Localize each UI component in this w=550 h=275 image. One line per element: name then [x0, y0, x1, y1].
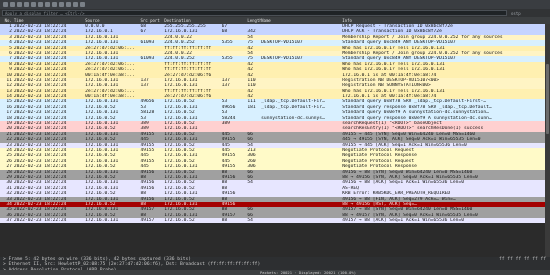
reload-icon[interactable]: [45, 2, 50, 7]
filter-extra-label[interactable]: ostp: [511, 11, 521, 16]
table-cell-src: 172.16.0.131: [85, 218, 119, 224]
hex-bytes: ff ff ff ff ff ff: [499, 257, 547, 262]
open-file-icon[interactable]: [24, 2, 29, 7]
find-icon[interactable]: [52, 2, 57, 7]
column-header[interactable]: Source: [85, 18, 140, 23]
main-toolbar: [0, 0, 550, 9]
table-cell-dst: 172.16.0.52: [164, 218, 195, 224]
table-cell-len: 54: [247, 218, 253, 224]
close-file-icon[interactable]: [38, 2, 43, 7]
stop-capture-icon[interactable]: [10, 2, 15, 7]
status-bar: Packets: 20021 · Displayed: 20021 (100.0…: [0, 270, 550, 275]
table-cell-sport: 49157: [140, 218, 155, 224]
start-capture-icon[interactable]: [3, 2, 8, 7]
column-header[interactable]: Length: [247, 18, 261, 23]
scrollbar-thumb[interactable]: [546, 64, 549, 134]
table-cell-dport: 88: [221, 218, 228, 224]
status-text: Packets: 20021 · Displayed: 20021 (100.0…: [260, 270, 357, 275]
column-header[interactable]: Info: [342, 18, 550, 23]
table-row[interactable]: 37 2022-02-23 18:22:24 172.16.0.131 49157 17…: [0, 218, 550, 224]
table-cell-info: 49157 → 88 [ACK] Seq=1 Ack=1 Win=65536 L…: [342, 218, 464, 224]
go-forward-icon[interactable]: [66, 2, 71, 7]
packet-list-header: No. Time Source Src port Destination Len…: [0, 17, 550, 24]
table-cell-no: 37: [6, 218, 12, 224]
packet-list-scrollbar[interactable]: [545, 24, 550, 257]
table-cell-time: 2022-02-23 18:22:24: [13, 218, 67, 224]
zoom-out-icon[interactable]: [80, 2, 85, 7]
packet-list[interactable]: 1 2022-02-23 18:22:24 0.0.0.0 68 255.255.255…: [0, 24, 550, 257]
wireshark-window: Apply a display filter … <Ctrl-/> ostp N…: [0, 0, 550, 275]
go-back-icon[interactable]: [59, 2, 64, 7]
column-header[interactable]: Time: [14, 18, 85, 23]
column-header[interactable]: No.: [0, 18, 14, 23]
table-cell-name: [261, 218, 342, 223]
save-file-icon[interactable]: [31, 2, 36, 7]
display-filter-input[interactable]: Apply a display filter … <Ctrl-/>: [2, 10, 507, 16]
display-filter-bar: Apply a display filter … <Ctrl-/> ostp: [0, 9, 550, 17]
column-header[interactable]: Destination: [164, 18, 221, 23]
column-header[interactable]: Src port: [140, 18, 164, 23]
restart-capture-icon[interactable]: [17, 2, 22, 7]
zoom-in-icon[interactable]: [73, 2, 78, 7]
column-header[interactable]: Name: [261, 18, 342, 23]
